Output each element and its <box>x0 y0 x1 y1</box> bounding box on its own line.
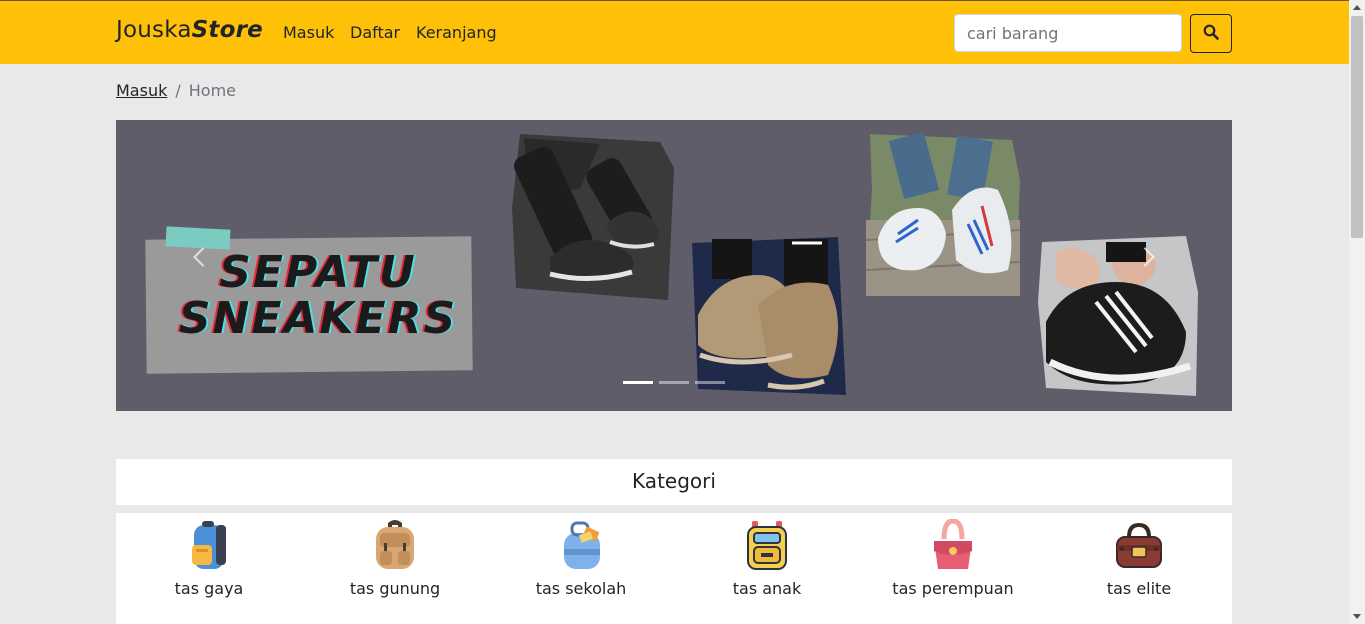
carousel-indicator-2[interactable] <box>659 381 689 384</box>
carousel-indicators <box>623 381 725 384</box>
shoe-photo-tan <box>692 237 846 395</box>
search-input[interactable] <box>954 14 1182 52</box>
kids-backpack-icon <box>747 521 787 570</box>
breadcrumb: Masuk / Home <box>116 81 236 100</box>
category-label: tas anak <box>732 579 802 598</box>
top-navbar: JouskaStore Masuk Daftar Keranjang <box>0 0 1349 64</box>
category-item-tas-elite[interactable]: tas elite <box>1046 513 1232 624</box>
nav-link-daftar[interactable]: Daftar <box>350 23 400 42</box>
category-item-tas-gunung[interactable]: tas gunung <box>302 513 488 624</box>
category-item-tas-sekolah[interactable]: tas sekolah <box>488 513 674 624</box>
breadcrumb-link-masuk[interactable]: Masuk <box>116 81 167 100</box>
category-label: tas elite <box>1106 579 1172 598</box>
nav-link-masuk[interactable]: Masuk <box>283 23 334 42</box>
search-button[interactable] <box>1190 14 1232 53</box>
category-label: tas sekolah <box>535 579 627 598</box>
breadcrumb-separator: / <box>175 81 181 100</box>
scroll-up-arrow-icon[interactable] <box>1353 5 1361 10</box>
category-item-tas-perempuan[interactable]: tas perempuan <box>860 513 1046 624</box>
shoe-photo-black <box>512 134 674 300</box>
scroll-thumb[interactable] <box>1351 16 1363 238</box>
banner-title: SEPATU SNEAKERS <box>168 250 468 342</box>
handbag-icon <box>934 519 972 569</box>
category-list: tas gaya tas gunung tas sekolah tas anak… <box>116 513 1232 624</box>
scroll-down-arrow-icon[interactable] <box>1353 614 1361 619</box>
category-item-tas-anak[interactable]: tas anak <box>674 513 860 624</box>
brand-suffix: Store <box>191 17 263 43</box>
carousel-indicator-1[interactable] <box>623 381 653 384</box>
breadcrumb-current: Home <box>188 81 236 100</box>
shoe-photo-white <box>865 131 1021 296</box>
category-item-tas-gaya[interactable]: tas gaya <box>116 513 302 624</box>
brand-logo[interactable]: JouskaStore <box>116 17 263 43</box>
category-section-title: Kategori <box>116 459 1232 505</box>
search-icon <box>1203 24 1219 43</box>
category-label: tas gaya <box>174 579 244 598</box>
page-scrollbar[interactable] <box>1349 0 1365 624</box>
category-label: tas gunung <box>349 579 441 598</box>
shoe-photo-lacing <box>1038 236 1198 396</box>
school-bag-icon <box>564 521 600 569</box>
hero-carousel[interactable]: SEPATU SNEAKERS <box>116 120 1232 411</box>
category-label: tas perempuan <box>892 579 1014 598</box>
luxury-bag-icon <box>1116 522 1162 568</box>
carousel-indicator-3[interactable] <box>695 381 725 384</box>
brand-prefix: Jouska <box>116 17 192 43</box>
backpack-blue-icon <box>192 521 226 569</box>
nav-link-keranjang[interactable]: Keranjang <box>416 23 497 42</box>
hiking-backpack-icon <box>376 520 414 569</box>
banner-title-line2: SNEAKERS <box>178 293 458 344</box>
